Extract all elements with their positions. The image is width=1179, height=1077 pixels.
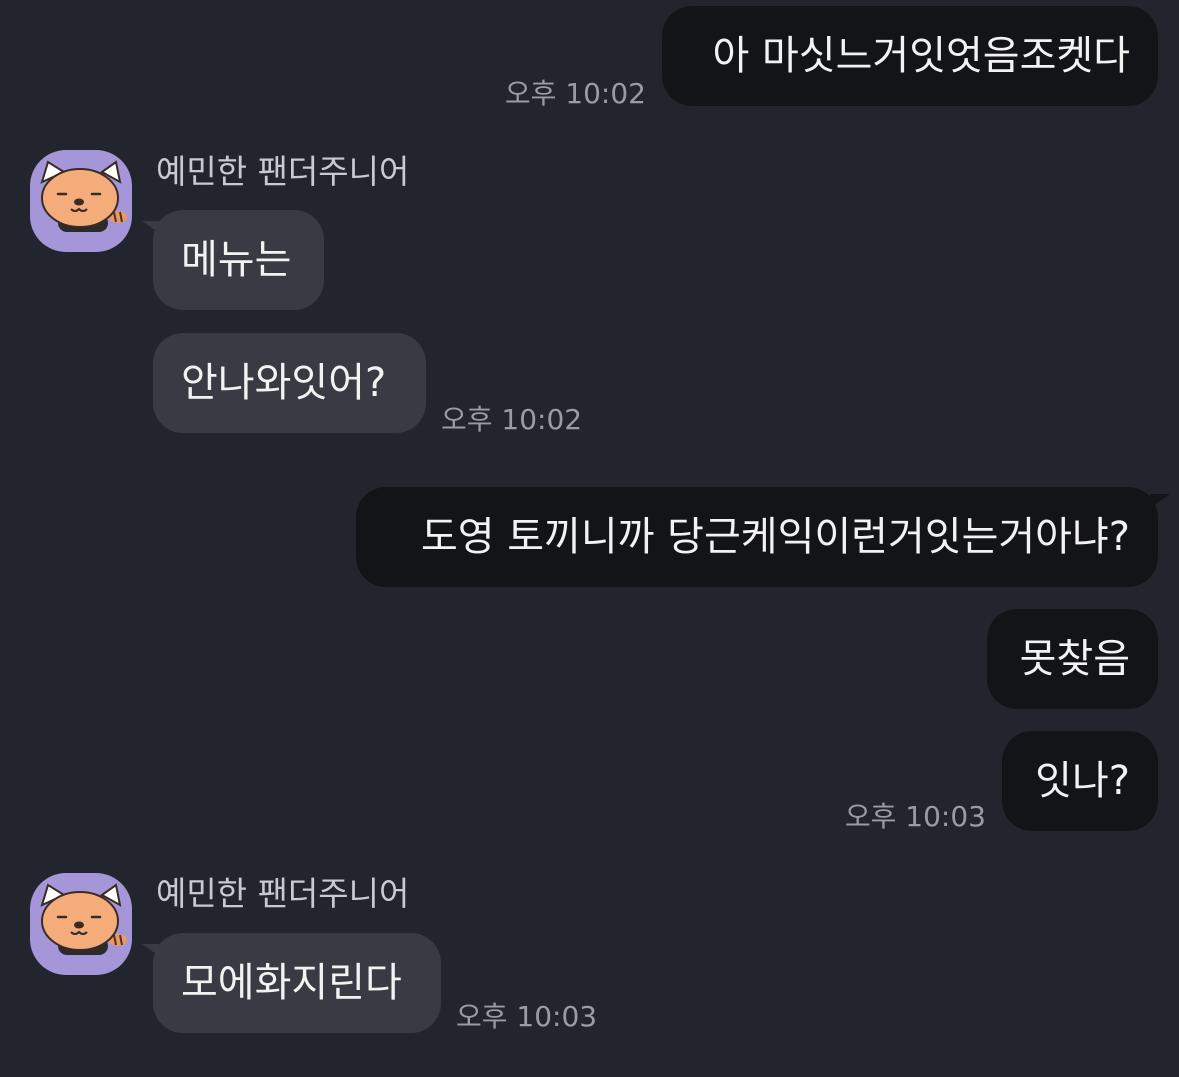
incoming-message-bubble[interactable]: 메뉴는 <box>153 210 324 310</box>
incoming-message-bubble[interactable]: 모에화지린다 <box>153 933 441 1033</box>
message-text: 메뉴는 <box>181 237 292 283</box>
message-timestamp: 오후 10:03 <box>456 1000 598 1033</box>
message-text: 도영 토끼니까 당근케익이런거잇는거아냐? <box>420 514 1130 560</box>
message-text: 아 마싯느거잇엇음조켓다 <box>712 33 1130 79</box>
message-text: 안나와잇어? <box>181 360 387 406</box>
bubble-tail <box>1150 494 1170 508</box>
outgoing-message-bubble[interactable]: 아 마싯느거잇엇음조켓다 <box>662 6 1158 106</box>
sender-name: 예민한 팬더주니어 <box>156 152 410 191</box>
outgoing-message-bubble[interactable]: 도영 토끼니까 당근케익이런거잇는거아냐? <box>356 487 1158 587</box>
outgoing-message-bubble[interactable]: 잇나? <box>1002 731 1158 831</box>
message-text: 모에화지린다 <box>181 960 402 1006</box>
sender-name: 예민한 팬더주니어 <box>156 874 410 913</box>
message-timestamp: 오후 10:02 <box>504 77 646 110</box>
incoming-message-bubble[interactable]: 안나와잇어? <box>153 333 426 433</box>
sender-avatar[interactable] <box>30 873 132 975</box>
message-timestamp: 오후 10:02 <box>441 403 583 436</box>
message-text: 잇나? <box>1035 758 1130 804</box>
outgoing-message-bubble[interactable]: 못찾음 <box>987 609 1158 709</box>
message-timestamp: 오후 10:03 <box>844 800 986 833</box>
red-panda-avatar-icon <box>40 160 127 232</box>
message-text: 못찾음 <box>1019 636 1130 682</box>
sender-avatar[interactable] <box>30 150 132 252</box>
red-panda-avatar-icon <box>40 883 127 955</box>
